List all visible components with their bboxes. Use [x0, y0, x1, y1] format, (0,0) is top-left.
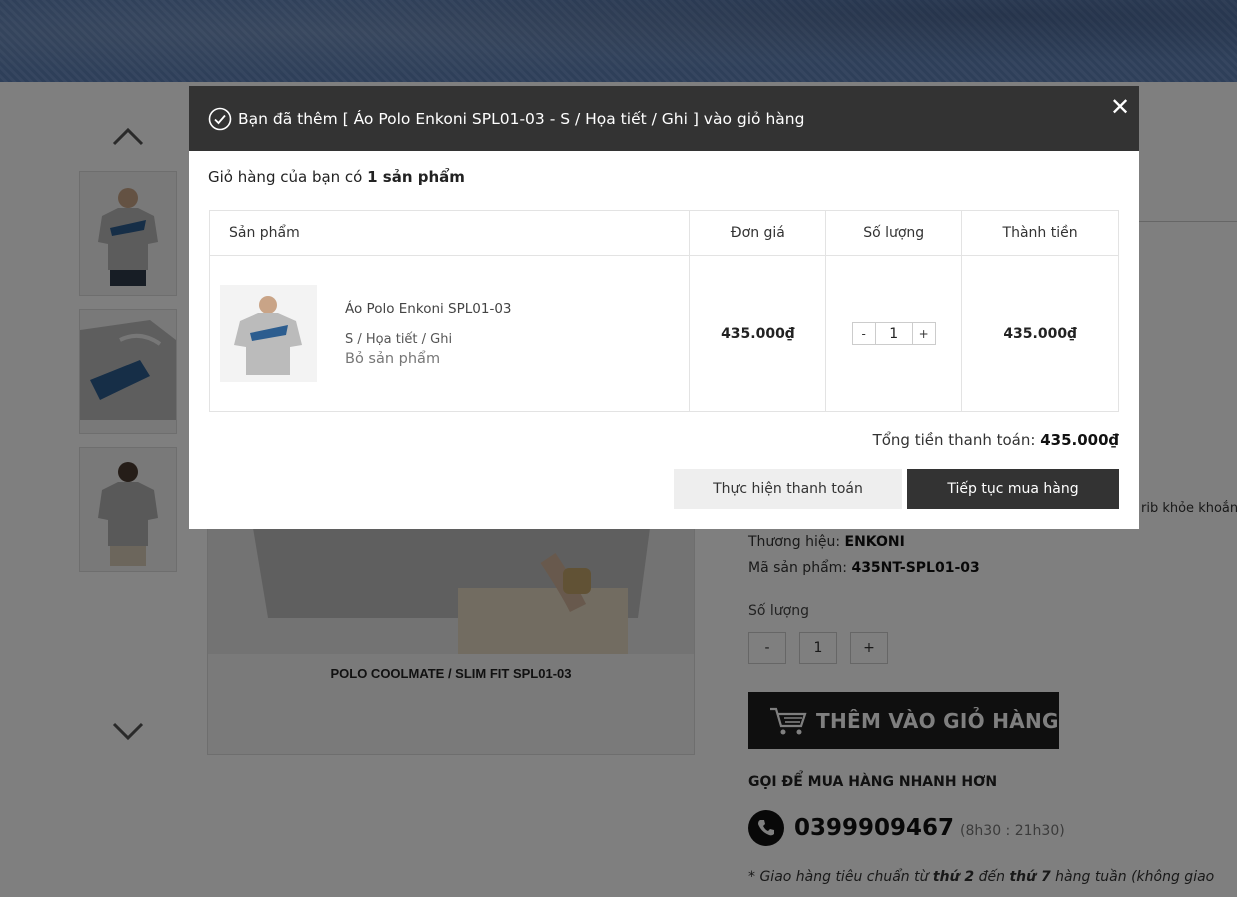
cart-qty-increase-button[interactable]: + — [911, 322, 936, 345]
quantity-cell: - 1 + — [825, 255, 963, 412]
cart-item-name[interactable]: Áo Polo Enkoni SPL01-03 — [345, 301, 512, 317]
remove-item-link[interactable]: Bỏ sản phẩm — [345, 351, 512, 367]
add-to-cart-modal: Bạn đã thêm [ Áo Polo Enkoni SPL01-03 - … — [189, 86, 1139, 529]
cart-table-header: Sản phẩm Đơn giá Số lượng Thành tiền — [208, 210, 1119, 256]
continue-shopping-button[interactable]: Tiếp tục mua hàng — [907, 469, 1119, 509]
cart-count-value: 1 sản phẩm — [367, 168, 465, 186]
cart-item-variant: S / Họa tiết / Ghi — [345, 331, 453, 347]
cart-count-text: Giỏ hàng của bạn có 1 sản phẩm — [208, 168, 465, 186]
header-unit-price: Đơn giá — [689, 210, 827, 256]
modal-header: Bạn đã thêm [ Áo Polo Enkoni SPL01-03 - … — [189, 86, 1139, 151]
modal-title: Bạn đã thêm [ Áo Polo Enkoni SPL01-03 - … — [238, 109, 805, 128]
cart-table: Sản phẩm Đơn giá Số lượng Thành tiền Áo … — [208, 210, 1119, 412]
quantity-stepper: - 1 + — [851, 322, 936, 345]
grand-total: Tổng tiền thanh toán: 435.000₫ — [873, 431, 1119, 449]
cart-item-row: Áo Polo Enkoni SPL01-03 S / Họa tiết / G… — [208, 255, 1119, 412]
check-circle-icon — [208, 107, 232, 130]
header-line-total: Thành tiền — [961, 210, 1119, 256]
checkout-button[interactable]: Thực hiện thanh toán — [674, 469, 902, 509]
close-icon: ✕ — [1109, 93, 1131, 121]
header-quantity: Số lượng — [825, 210, 963, 256]
cart-qty-input[interactable]: 1 — [875, 322, 912, 345]
cart-qty-decrease-button[interactable]: - — [851, 322, 876, 345]
cart-item-image[interactable] — [220, 285, 317, 382]
product-cell: Áo Polo Enkoni SPL01-03 S / Họa tiết / G… — [208, 255, 691, 412]
cart-count-prefix: Giỏ hàng của bạn có — [208, 168, 363, 186]
header-product: Sản phẩm — [208, 210, 691, 256]
grand-total-label: Tổng tiền thanh toán: — [872, 431, 1036, 449]
cart-item-unit-price: 435.000₫ — [689, 255, 827, 412]
grand-total-value: 435.000₫ — [1040, 431, 1119, 449]
cart-item-line-total: 435.000₫ — [961, 255, 1119, 412]
close-modal-button[interactable]: ✕ — [1108, 95, 1132, 119]
